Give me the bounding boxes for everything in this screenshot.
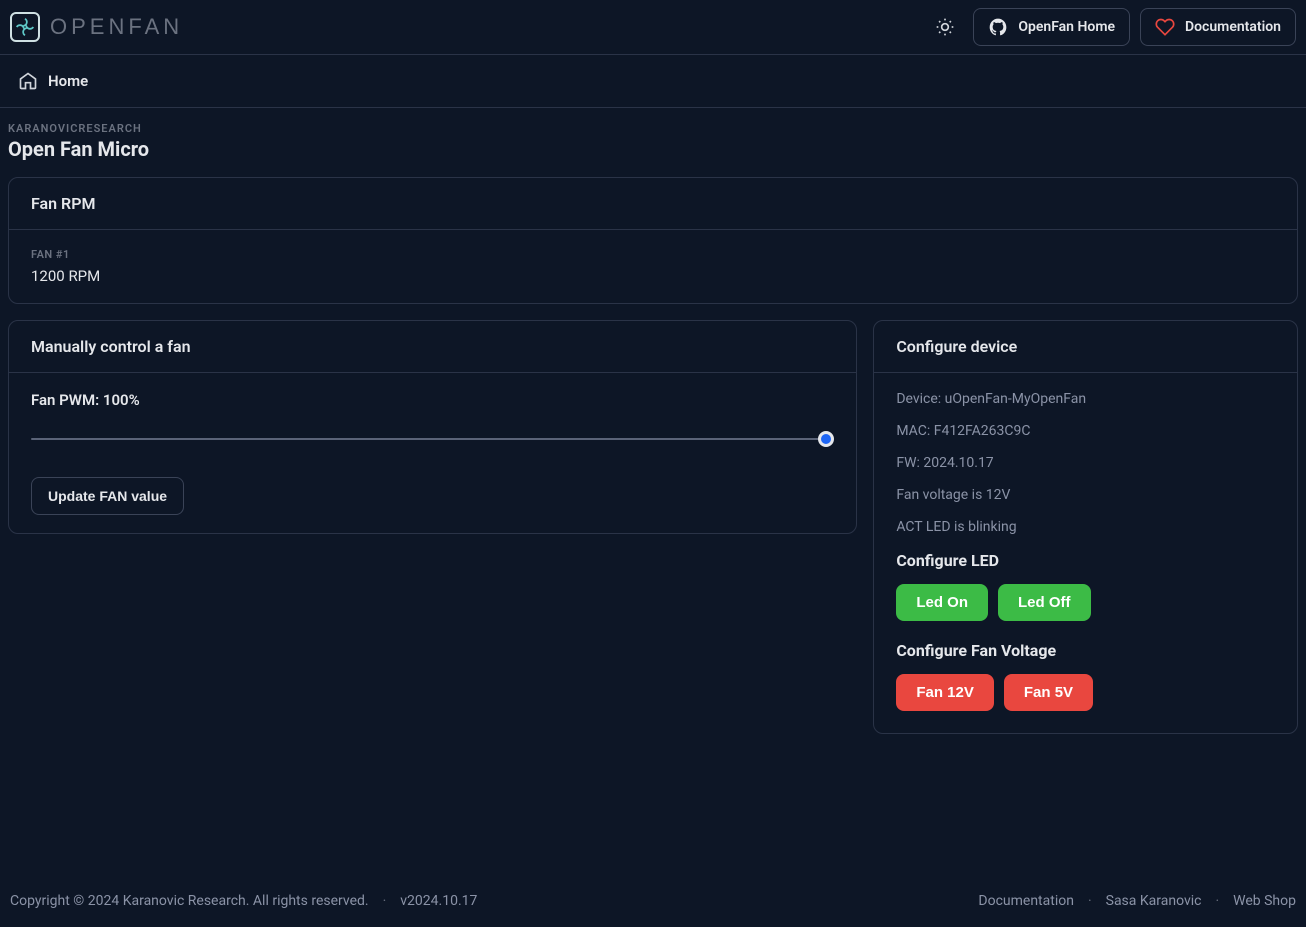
footer-copyright: Copyright © 2024 Karanovic Research. All… <box>10 893 369 909</box>
footer-shop-link[interactable]: Web Shop <box>1233 893 1296 909</box>
github-icon <box>988 17 1008 37</box>
fan-number-label: FAN #1 <box>31 248 1275 261</box>
footer: Copyright © 2024 Karanovic Research. All… <box>0 879 1306 927</box>
heart-icon <box>1155 17 1175 37</box>
topbar: OPENFAN OpenFan Home Documentation <box>0 0 1306 55</box>
slider-thumb[interactable] <box>818 431 834 447</box>
manual-control-card: Manually control a fan Fan PWM: 100% Upd… <box>8 320 857 534</box>
breadcrumb-home[interactable]: Home <box>48 72 88 90</box>
brand-text: OPENFAN <box>50 14 183 40</box>
fan-rpm-title: Fan RPM <box>9 178 1297 230</box>
device-mac: MAC: F412FA263C9C <box>896 423 1275 439</box>
device-voltage: Fan voltage is 12V <box>896 487 1275 503</box>
breadcrumb: Home <box>0 55 1306 108</box>
fan-logo-icon <box>10 12 40 42</box>
documentation-label: Documentation <box>1185 19 1281 35</box>
device-fw: FW: 2024.10.17 <box>896 455 1275 471</box>
theme-toggle-icon[interactable] <box>927 9 963 45</box>
device-led-status: ACT LED is blinking <box>896 519 1275 535</box>
configure-voltage-heading: Configure Fan Voltage <box>896 641 1275 660</box>
led-on-button[interactable]: Led On <box>896 584 988 621</box>
configure-led-heading: Configure LED <box>896 551 1275 570</box>
configure-device-title: Configure device <box>874 321 1297 373</box>
footer-version: v2024.10.17 <box>400 893 477 909</box>
fan-rpm-card: Fan RPM FAN #1 1200 RPM <box>8 177 1298 304</box>
update-fan-button[interactable]: Update FAN value <box>31 477 184 515</box>
logo[interactable]: OPENFAN <box>10 12 183 42</box>
documentation-button[interactable]: Documentation <box>1140 8 1296 46</box>
pwm-label: Fan PWM: 100% <box>31 391 834 409</box>
page-title: Open Fan Micro <box>8 137 1298 161</box>
home-icon <box>18 71 38 91</box>
fan-rpm-value: 1200 RPM <box>31 267 1275 285</box>
configure-device-card: Configure device Device: uOpenFan-MyOpen… <box>873 320 1298 734</box>
device-name: Device: uOpenFan-MyOpenFan <box>896 391 1275 407</box>
fan-12v-button[interactable]: Fan 12V <box>896 674 994 711</box>
led-off-button[interactable]: Led Off <box>998 584 1091 621</box>
openfan-home-label: OpenFan Home <box>1018 19 1115 35</box>
footer-author-link[interactable]: Sasa Karanovic <box>1106 893 1202 909</box>
manual-control-title: Manually control a fan <box>9 321 856 373</box>
fan-5v-button[interactable]: Fan 5V <box>1004 674 1093 711</box>
org-label: KARANOVICRESEARCH <box>8 122 1298 135</box>
footer-docs-link[interactable]: Documentation <box>978 893 1074 909</box>
openfan-home-button[interactable]: OpenFan Home <box>973 8 1130 46</box>
pwm-slider[interactable] <box>31 427 834 451</box>
